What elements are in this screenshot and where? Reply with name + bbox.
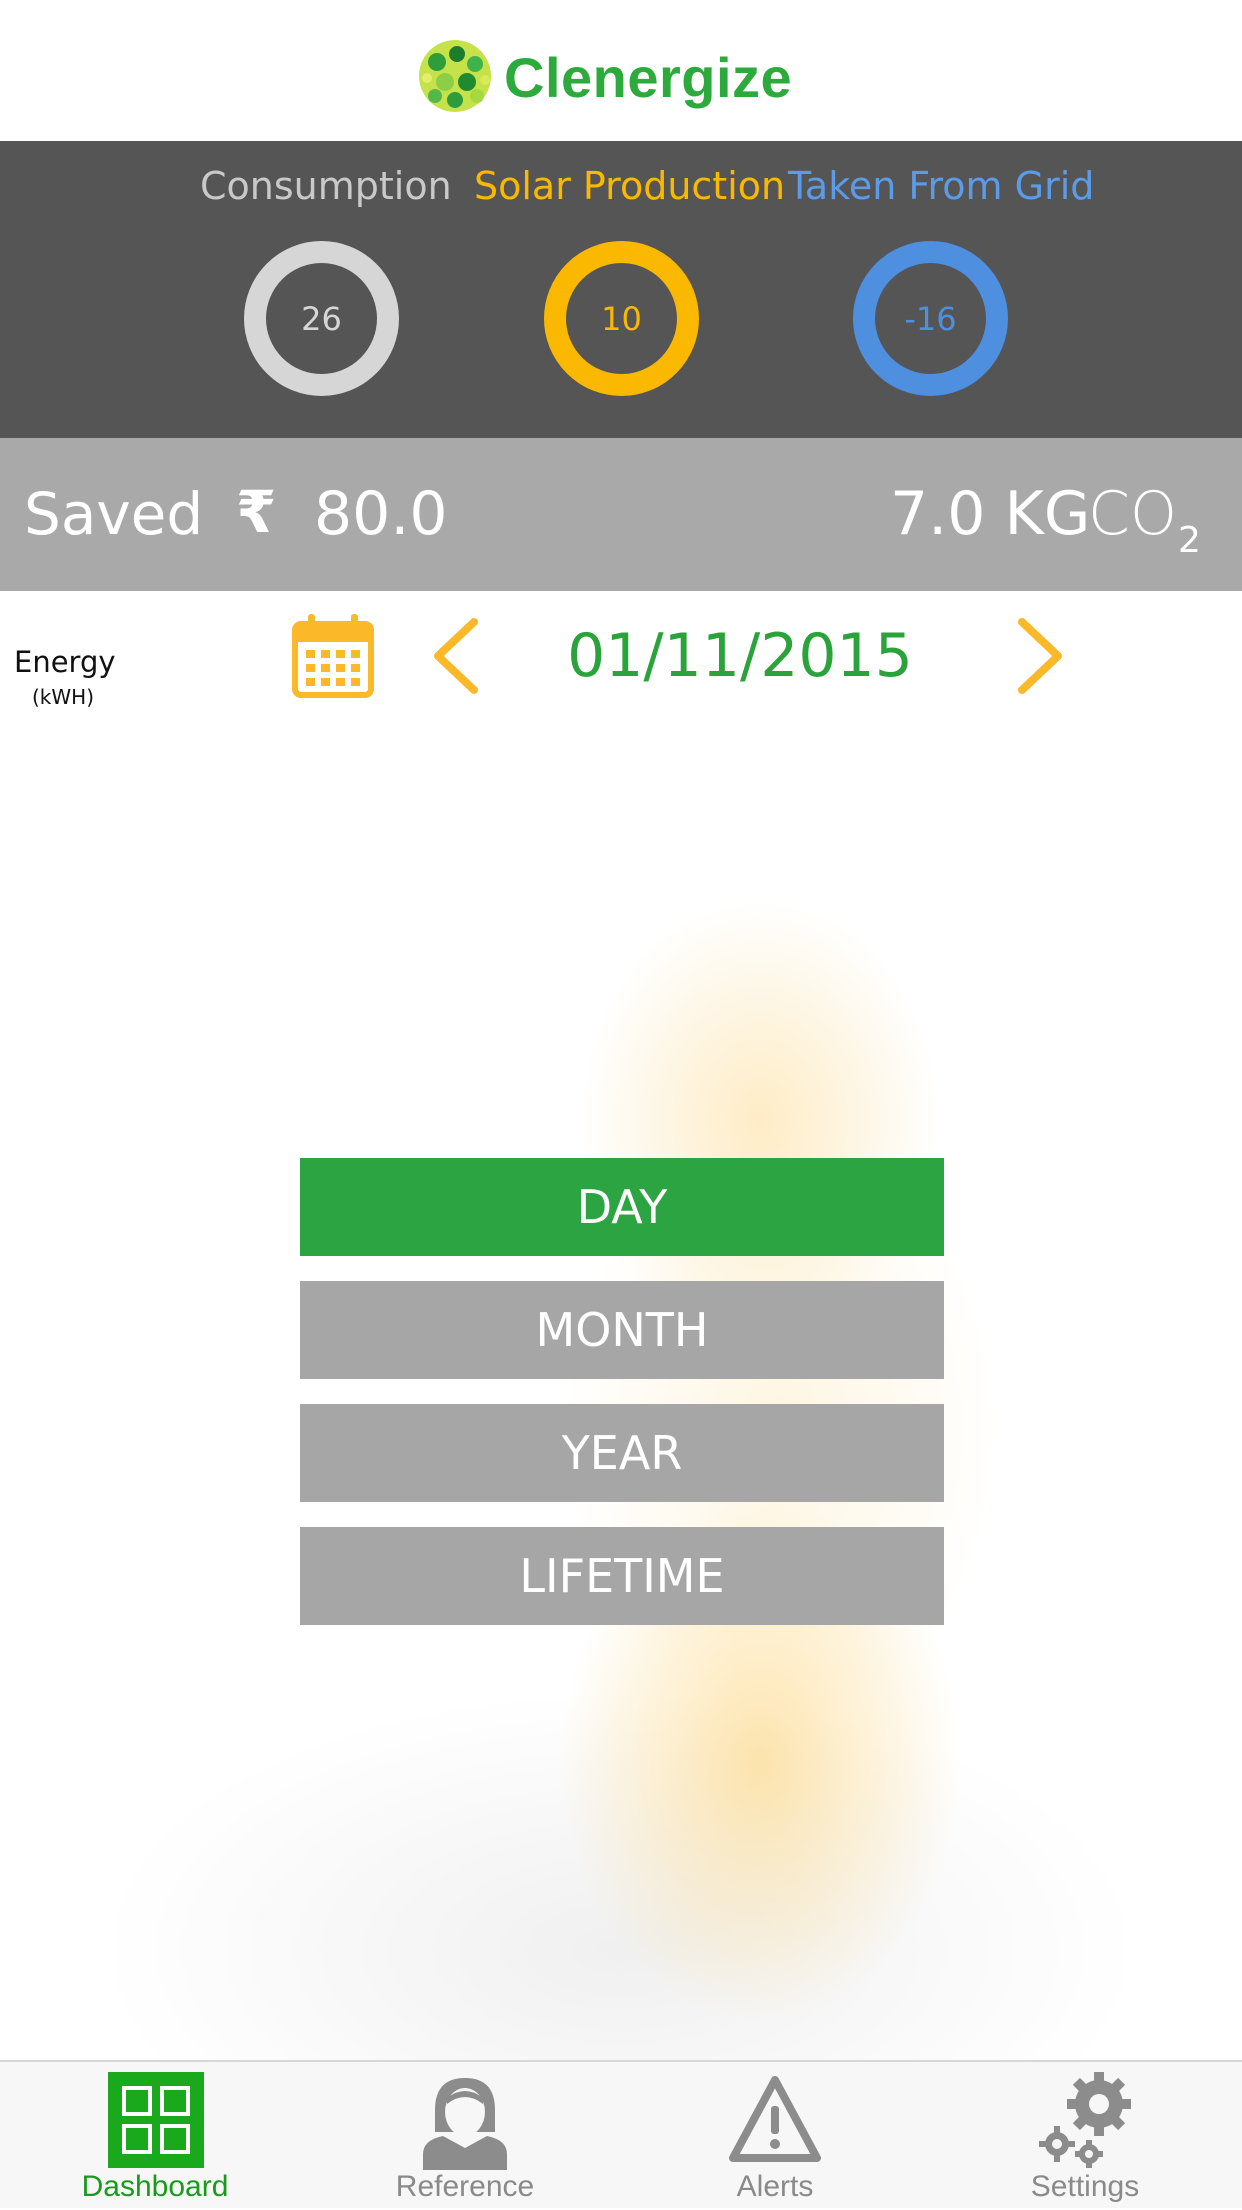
tab-dashboard[interactable]: Dashboard bbox=[0, 2062, 310, 2210]
co2-saved-value: 7.0 KG bbox=[890, 479, 1091, 549]
clenergize-logo-icon bbox=[419, 40, 491, 112]
chevron-left-icon[interactable] bbox=[430, 618, 480, 694]
brand-name: Clenergize bbox=[504, 46, 793, 109]
taken-from-grid-gauge: -16 bbox=[853, 241, 1008, 396]
month-button[interactable]: MONTH bbox=[300, 1281, 944, 1379]
tab-alerts-label: Alerts bbox=[736, 2170, 814, 2203]
solar-production-gauge: 10 bbox=[544, 241, 699, 396]
app-header: Clenergize bbox=[0, 0, 1242, 141]
tab-alerts[interactable]: Alerts bbox=[620, 2062, 930, 2210]
tab-dashboard-label: Dashboard bbox=[81, 2170, 229, 2203]
taken-from-grid-label: Taken From Grid bbox=[788, 164, 1095, 208]
bottom-tab-bar: Dashboard Reference Alerts Settings bbox=[0, 2060, 1242, 2208]
tab-settings-label: Settings bbox=[1030, 2170, 1140, 2203]
saved-amount: 80.0 bbox=[314, 479, 448, 549]
energy-chart-area: DAY MONTH YEAR LIFETIME bbox=[0, 730, 1242, 2060]
person-icon bbox=[423, 2078, 507, 2170]
year-button[interactable]: YEAR bbox=[300, 1404, 944, 1502]
co2-subscript: 2 bbox=[1178, 520, 1201, 561]
gear-icon bbox=[1039, 2072, 1131, 2168]
consumption-label: Consumption bbox=[200, 164, 452, 208]
solar-production-label: Solar Production bbox=[474, 164, 786, 208]
savings-bar: Saved ₹ 80.0 7.0 KG CO 2 bbox=[0, 438, 1242, 591]
rupee-icon: ₹ bbox=[236, 478, 277, 546]
energy-summary-panel: Consumption Solar Production Taken From … bbox=[0, 141, 1242, 438]
saved-label: Saved bbox=[24, 480, 204, 548]
tab-reference-label: Reference bbox=[395, 2170, 535, 2203]
consumption-gauge: 26 bbox=[244, 241, 399, 396]
energy-axis-label: Energy bbox=[14, 645, 116, 679]
tab-settings[interactable]: Settings bbox=[930, 2062, 1240, 2210]
co2-unit: CO bbox=[1088, 479, 1178, 549]
warning-icon bbox=[729, 2076, 821, 2162]
day-button[interactable]: DAY bbox=[300, 1158, 944, 1256]
calendar-icon[interactable] bbox=[292, 614, 374, 698]
dashboard-icon bbox=[108, 2072, 204, 2168]
lifetime-button[interactable]: LIFETIME bbox=[300, 1527, 944, 1625]
tab-reference[interactable]: Reference bbox=[310, 2062, 620, 2210]
energy-unit-label: (kWH) bbox=[32, 685, 95, 709]
chevron-right-icon[interactable] bbox=[1016, 618, 1066, 694]
selected-date[interactable]: 01/11/2015 bbox=[560, 616, 920, 696]
